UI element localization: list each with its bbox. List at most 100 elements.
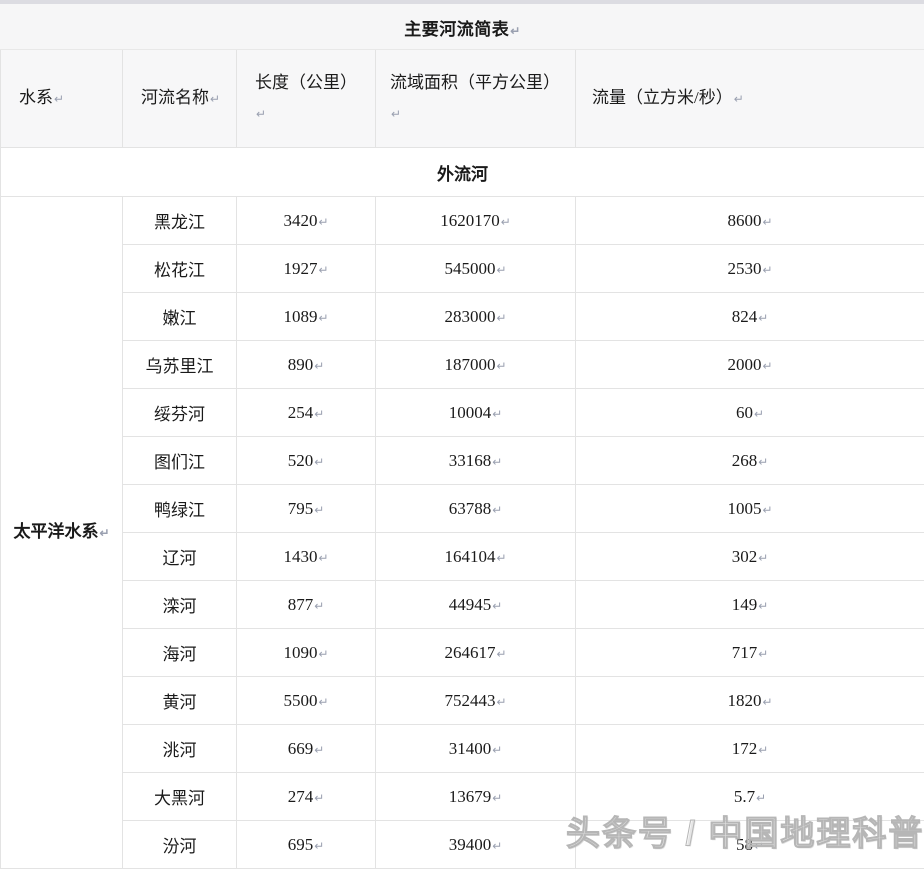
cell-length: 1430↵	[237, 533, 376, 581]
cell-length-value: 3420	[283, 211, 317, 230]
paragraph-mark-icon: ↵	[318, 647, 328, 661]
table-row: 汾河695↵39400↵58↵	[1, 821, 924, 869]
cell-length: 3420↵	[237, 197, 376, 245]
section-row-exorheic: 外流河	[1, 148, 924, 197]
cell-river-name-value: 辽河	[163, 549, 197, 568]
cell-flow: 2000↵	[576, 341, 924, 389]
paragraph-mark-icon: ↵	[318, 311, 328, 325]
cell-area-value: 44945	[449, 595, 492, 614]
cell-length: 1090↵	[237, 629, 376, 677]
cell-length-value: 1430	[283, 547, 317, 566]
paragraph-mark-icon: ↵	[314, 791, 324, 805]
cell-river-name: 辽河	[123, 533, 237, 581]
paragraph-mark-icon: ↵	[763, 503, 773, 517]
paragraph-mark-icon: ↵	[763, 695, 773, 709]
cell-area: 1620170↵	[376, 197, 576, 245]
paragraph-mark-icon: ↵	[314, 599, 324, 613]
paragraph-mark-icon: ↵	[763, 263, 773, 277]
cell-area: 545000↵	[376, 245, 576, 293]
cell-river-name: 黄河	[123, 677, 237, 725]
cell-river-name-value: 嫩江	[163, 309, 197, 328]
table-row: 海河1090↵264617↵717↵	[1, 629, 924, 677]
cell-length: 890↵	[237, 341, 376, 389]
cell-length: 274↵	[237, 773, 376, 821]
cell-river-name: 大黑河	[123, 773, 237, 821]
cell-area: 33168↵	[376, 437, 576, 485]
table-row: 嫩江1089↵283000↵824↵	[1, 293, 924, 341]
cell-river-name-value: 松花江	[154, 261, 205, 280]
cell-length: 877↵	[237, 581, 376, 629]
paragraph-mark-icon: ↵	[496, 551, 506, 565]
paragraph-mark-icon: ↵	[496, 359, 506, 373]
column-header-length-label: 长度（公里）	[255, 73, 357, 92]
cell-river-name: 鸭绿江	[123, 485, 237, 533]
cell-length: 669↵	[237, 725, 376, 773]
paragraph-mark-icon: ↵	[314, 743, 324, 757]
cell-flow-value: 60	[736, 403, 753, 422]
paragraph-mark-icon: ↵	[492, 503, 502, 517]
cell-flow: 172↵	[576, 725, 924, 773]
table-body: 太平洋水系↵黑龙江3420↵1620170↵8600↵松花江1927↵54500…	[1, 197, 924, 869]
paragraph-mark-icon: ↵	[318, 263, 328, 277]
cell-flow-value: 1005	[728, 499, 762, 518]
cell-river-name: 图们江	[123, 437, 237, 485]
cell-river-name-value: 绥芬河	[154, 405, 205, 424]
table-row: 黄河5500↵752443↵1820↵	[1, 677, 924, 725]
cell-river-name-value: 黄河	[163, 693, 197, 712]
column-header-system: 水系↵	[1, 50, 123, 148]
cell-flow: 60↵	[576, 389, 924, 437]
paragraph-mark-icon: ↵	[318, 551, 328, 565]
table-row: 滦河877↵44945↵149↵	[1, 581, 924, 629]
cell-length: 1927↵	[237, 245, 376, 293]
cell-flow-value: 149	[732, 595, 758, 614]
cell-length: 795↵	[237, 485, 376, 533]
paragraph-mark-icon: ↵	[758, 455, 768, 469]
column-header-flow: 流量（立方米/秒）↵	[576, 50, 924, 148]
table-row: 乌苏里江890↵187000↵2000↵	[1, 341, 924, 389]
cell-flow-value: 8600	[728, 211, 762, 230]
paragraph-mark-icon: ↵	[314, 503, 324, 517]
table-row: 太平洋水系↵黑龙江3420↵1620170↵8600↵	[1, 197, 924, 245]
cell-flow-value: 268	[732, 451, 758, 470]
paragraph-mark-icon: ↵	[763, 215, 773, 229]
cell-length: 254↵	[237, 389, 376, 437]
cell-length-value: 890	[288, 355, 314, 374]
cell-river-name-value: 大黑河	[154, 789, 205, 808]
cell-area: 13679↵	[376, 773, 576, 821]
paragraph-mark-icon: ↵	[314, 455, 324, 469]
section-label: 外流河	[1, 148, 924, 197]
paragraph-mark-icon: ↵	[318, 215, 328, 229]
cell-system: 太平洋水系↵	[1, 197, 123, 869]
cell-river-name-value: 鸭绿江	[154, 501, 205, 520]
cell-area: 283000↵	[376, 293, 576, 341]
paragraph-mark-icon: ↵	[492, 455, 502, 469]
cell-length: 520↵	[237, 437, 376, 485]
cell-flow-value: 5.7	[734, 787, 755, 806]
paragraph-mark-icon: ↵	[758, 599, 768, 613]
cell-length-value: 669	[288, 739, 314, 758]
cell-river-name: 松花江	[123, 245, 237, 293]
paragraph-mark-icon: ↵	[492, 839, 502, 853]
column-header-system-label: 水系	[19, 88, 53, 107]
cell-area-value: 10004	[449, 403, 492, 422]
paragraph-mark-icon: ↵	[492, 407, 502, 421]
cell-flow-value: 2530	[728, 259, 762, 278]
cell-area: 164104↵	[376, 533, 576, 581]
paragraph-mark-icon: ↵	[492, 599, 502, 613]
cell-area: 63788↵	[376, 485, 576, 533]
paragraph-mark-icon: ↵	[496, 647, 506, 661]
table-row: 洮河669↵31400↵172↵	[1, 725, 924, 773]
cell-flow-value: 1820	[728, 691, 762, 710]
cell-flow: 5.7↵	[576, 773, 924, 821]
cell-river-name-value: 洮河	[163, 741, 197, 760]
paragraph-mark-icon: ↵	[758, 647, 768, 661]
cell-river-name: 滦河	[123, 581, 237, 629]
cell-flow-value: 717	[732, 643, 758, 662]
cell-river-name-value: 海河	[163, 645, 197, 664]
cell-length-value: 274	[288, 787, 314, 806]
cell-area-value: 164104	[444, 547, 495, 566]
cell-river-name: 汾河	[123, 821, 237, 869]
paragraph-mark-icon: ↵	[510, 24, 521, 38]
paragraph-mark-icon: ↵	[492, 743, 502, 757]
rivers-table: 主要河流简表↵ 水系↵ 河流名称↵ 长度（公里）↵ 流域面积（平方公里）↵ 流量…	[0, 4, 924, 869]
